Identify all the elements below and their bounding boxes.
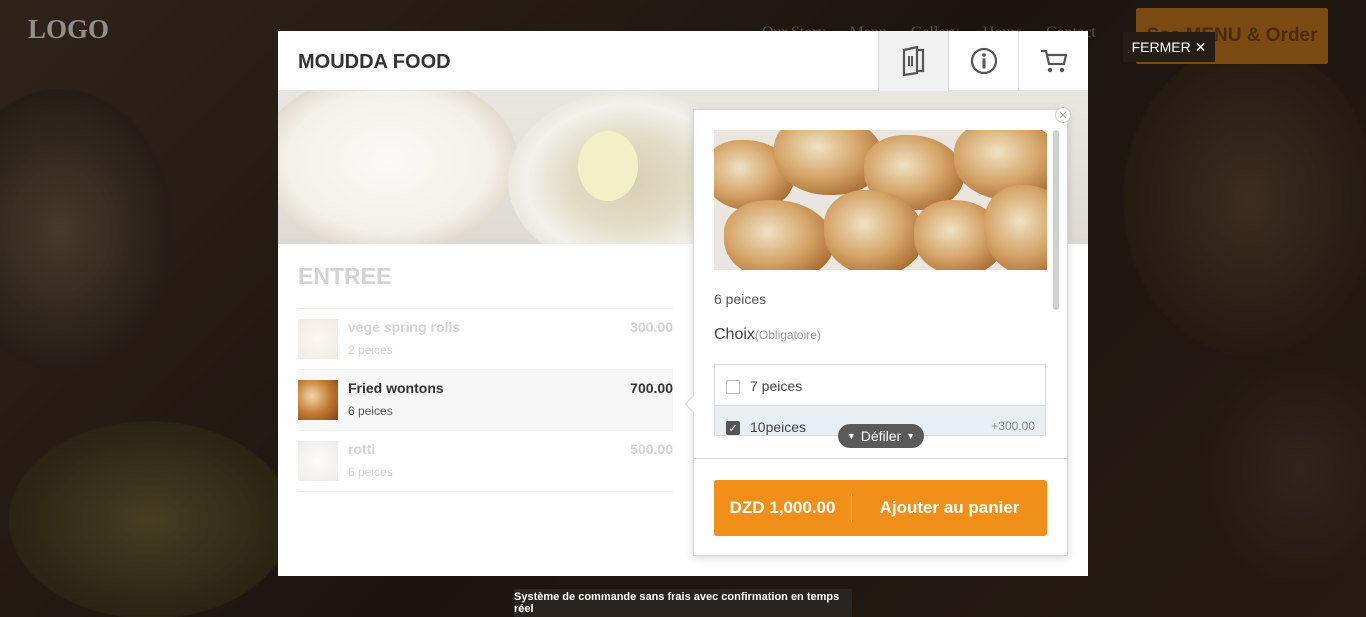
info-icon <box>970 47 997 75</box>
item-thumbnail <box>298 380 338 420</box>
option-price: +300.00 <box>991 419 1035 433</box>
option-7-peices[interactable]: 7 peices <box>715 365 1045 406</box>
option-label: 7 peices <box>750 378 803 394</box>
cart-icon <box>1040 49 1067 73</box>
section-title: ENTREE <box>298 263 392 289</box>
cart-tab-button[interactable] <box>1018 31 1088 91</box>
site-logo[interactable]: LOGO <box>28 14 109 45</box>
choice-label: Choix <box>714 326 755 343</box>
item-desc: 2 peices <box>348 343 393 357</box>
item-desc: 6 peices <box>348 404 393 418</box>
caret-down-icon: ▼ <box>846 431 856 441</box>
scroll-hint-button[interactable]: ▼ Défiler ▼ <box>838 424 924 448</box>
info-tab-button[interactable] <box>948 31 1018 91</box>
item-name: rotti <box>348 441 376 457</box>
add-to-cart-button[interactable]: DZD 1,000.00 Ajouter au panier <box>714 480 1047 536</box>
choice-heading: Choix(Obligatoire) <box>714 326 821 344</box>
item-name: vege spring rolls <box>348 319 461 335</box>
total-price: DZD 1,000.00 <box>714 494 852 522</box>
menu-item-rotti[interactable]: rotti 6 peices 500.00 <box>298 431 673 492</box>
modal-header: MOUDDA FOOD <box>278 31 1088 91</box>
menu-item-list: vege spring rolls 2 peices 300.00 Fried … <box>298 308 673 492</box>
close-label: FERMER <box>1131 39 1191 55</box>
close-modal-button[interactable]: FERMER ✕ <box>1123 32 1215 62</box>
popup-scrollbar[interactable] <box>1053 130 1059 310</box>
item-thumbnail <box>298 319 338 359</box>
item-name: Fried wontons <box>348 380 444 396</box>
add-to-cart-label: Ajouter au panier <box>879 498 1020 517</box>
checkmark-icon[interactable]: ✓ <box>726 421 740 435</box>
footer-toast: Système de commande sans frais avec conf… <box>514 589 852 617</box>
item-options-popup: ✕ 6 peices Choix(Obligatoire) 7 peices ✓… <box>684 107 1071 556</box>
item-price: 300.00 <box>630 319 673 335</box>
item-description: 6 peices <box>714 291 767 307</box>
option-checkbox[interactable] <box>726 380 740 394</box>
restaurant-title: MOUDDA FOOD <box>298 51 451 73</box>
choice-required-note: (Obligatoire) <box>754 328 821 342</box>
menu-item-fried-wontons[interactable]: Fried wontons 6 peices 700.00 <box>298 370 673 431</box>
item-thumbnail <box>298 441 338 481</box>
item-photo <box>714 130 1047 270</box>
item-price: 500.00 <box>630 441 673 457</box>
menu-item-spring-rolls[interactable]: vege spring rolls 2 peices 300.00 <box>298 309 673 370</box>
caret-down-icon: ▼ <box>906 431 916 441</box>
item-desc: 6 peices <box>348 465 393 479</box>
scroll-hint-label: Défiler <box>860 428 902 444</box>
menu-tab-button[interactable] <box>878 31 948 91</box>
menu-book-icon <box>902 46 924 76</box>
option-label: 10peices <box>750 419 807 435</box>
popup-close-icon[interactable]: ✕ <box>1055 107 1071 123</box>
popup-footer: DZD 1,000.00 Ajouter au panier <box>694 458 1067 556</box>
item-price: 700.00 <box>630 380 673 396</box>
close-icon: ✕ <box>1194 38 1207 55</box>
